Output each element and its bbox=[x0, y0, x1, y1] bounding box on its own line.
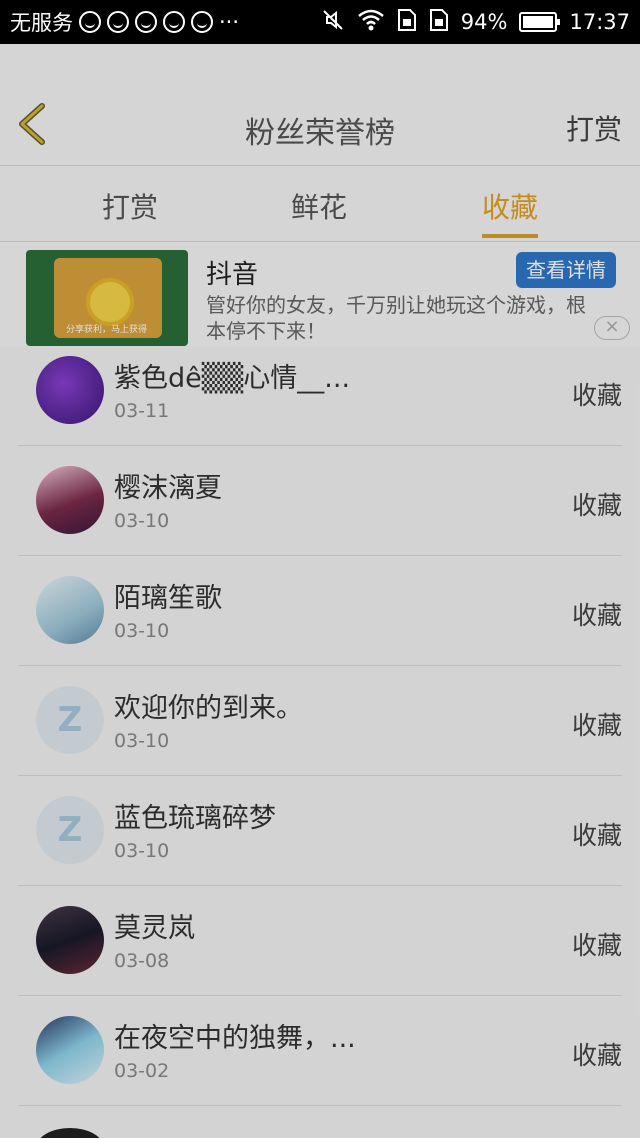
close-ad-button[interactable]: × bbox=[594, 316, 630, 340]
carrier-text: 无服务 bbox=[10, 11, 73, 35]
clock: 17:37 bbox=[569, 10, 630, 34]
list-item[interactable]: Z 蓝色琉璃碎梦 03-10 收藏 bbox=[18, 776, 622, 886]
avatar[interactable] bbox=[36, 356, 104, 424]
active-tab-indicator bbox=[482, 234, 538, 238]
mute-icon bbox=[321, 8, 345, 37]
item-action: 收藏 bbox=[571, 491, 622, 520]
list-item[interactable]: Z 欢迎你的到来。 03-10 收藏 bbox=[18, 666, 622, 776]
sim-icon bbox=[397, 8, 417, 37]
ad-title: 抖音 bbox=[206, 260, 259, 290]
tip-button[interactable]: 打赏 bbox=[566, 108, 622, 148]
battery-percent: 94% bbox=[460, 10, 508, 34]
item-action: 收藏 bbox=[571, 1041, 622, 1070]
user-name: 蓝色琉璃碎梦 bbox=[114, 803, 276, 834]
item-date: 03-08 bbox=[114, 950, 170, 972]
status-right: 94% 17:37 bbox=[321, 8, 630, 37]
user-name: 陌璃笙歌 bbox=[114, 583, 222, 614]
ad-detail-button[interactable]: 查看详情 bbox=[516, 252, 616, 288]
app-notification-icon bbox=[107, 11, 129, 33]
item-date: 03-10 bbox=[114, 840, 170, 862]
ad-thumbnail[interactable]: 分享获利，马上获得 bbox=[26, 250, 188, 346]
wifi-icon bbox=[357, 8, 385, 37]
status-left: 无服务 ··· bbox=[10, 7, 321, 37]
user-name: 欢迎你的到来。 bbox=[114, 693, 303, 724]
sim-icon bbox=[429, 8, 449, 37]
tab-bar: 打赏 鲜花 收藏 bbox=[0, 166, 640, 242]
default-avatar-icon[interactable]: Z bbox=[36, 686, 104, 754]
list-item[interactable]: 莫灵岚 03-08 收藏 bbox=[18, 886, 622, 996]
status-bar: 无服务 ··· 94% 17:37 bbox=[0, 0, 640, 44]
item-action: 收藏 bbox=[571, 821, 622, 850]
item-action: 收藏 bbox=[571, 381, 622, 410]
app-header: 粉丝荣誉榜 打赏 bbox=[0, 44, 640, 166]
more-notifications: ··· bbox=[219, 10, 240, 34]
item-date: 03-11 bbox=[114, 400, 170, 422]
battery-icon bbox=[519, 12, 561, 32]
item-date: 03-10 bbox=[114, 730, 170, 752]
avatar[interactable] bbox=[36, 906, 104, 974]
avatar[interactable] bbox=[36, 1016, 104, 1084]
list-item[interactable]: 在夜空中的独舞，... 03-02 收藏 bbox=[18, 996, 622, 1106]
tab-flowers[interactable]: 鲜花 bbox=[291, 186, 347, 226]
avatar[interactable] bbox=[36, 576, 104, 644]
user-name: 紫色dê▒▒心情__... bbox=[114, 363, 351, 394]
fan-list: 紫色dê▒▒心情__... 03-11 收藏 樱沫漓夏 03-10 收藏 陌璃笙… bbox=[0, 336, 640, 1138]
list-item[interactable]: 樱沫漓夏 03-10 收藏 bbox=[18, 446, 622, 556]
item-action: 收藏 bbox=[571, 711, 622, 740]
app-notification-icon bbox=[79, 11, 101, 33]
tab-tips[interactable]: 打赏 bbox=[102, 186, 158, 226]
ad-banner[interactable]: 分享获利，马上获得 抖音 管好你的女友，千万别让她玩这个游戏，根本停不下来！ 查… bbox=[0, 242, 640, 346]
app-notification-icon bbox=[163, 11, 185, 33]
ad-thumb-caption: 分享获利，马上获得 bbox=[66, 325, 148, 335]
item-action: 收藏 bbox=[571, 931, 622, 960]
app-notification-icon bbox=[191, 11, 213, 33]
avatar[interactable] bbox=[36, 1128, 104, 1138]
item-date: 03-02 bbox=[114, 1060, 170, 1082]
tab-favorites[interactable]: 收藏 bbox=[482, 186, 538, 226]
avatar[interactable] bbox=[36, 466, 104, 534]
list-item[interactable]: 陌璃笙歌 03-10 收藏 bbox=[18, 556, 622, 666]
default-avatar-icon[interactable]: Z bbox=[36, 796, 104, 864]
app-notification-icon bbox=[135, 11, 157, 33]
item-date: 03-10 bbox=[114, 510, 170, 532]
item-action: 收藏 bbox=[571, 601, 622, 630]
coin-icon bbox=[86, 278, 134, 326]
user-name: 莫灵岚 bbox=[114, 913, 195, 944]
page-title: 粉丝荣誉榜 bbox=[245, 116, 395, 151]
list-item[interactable] bbox=[18, 1106, 622, 1138]
list-item[interactable]: 紫色dê▒▒心情__... 03-11 收藏 bbox=[18, 336, 622, 446]
user-name: 在夜空中的独舞，... bbox=[114, 1023, 356, 1054]
user-name: 樱沫漓夏 bbox=[114, 473, 222, 504]
item-date: 03-10 bbox=[114, 620, 170, 642]
